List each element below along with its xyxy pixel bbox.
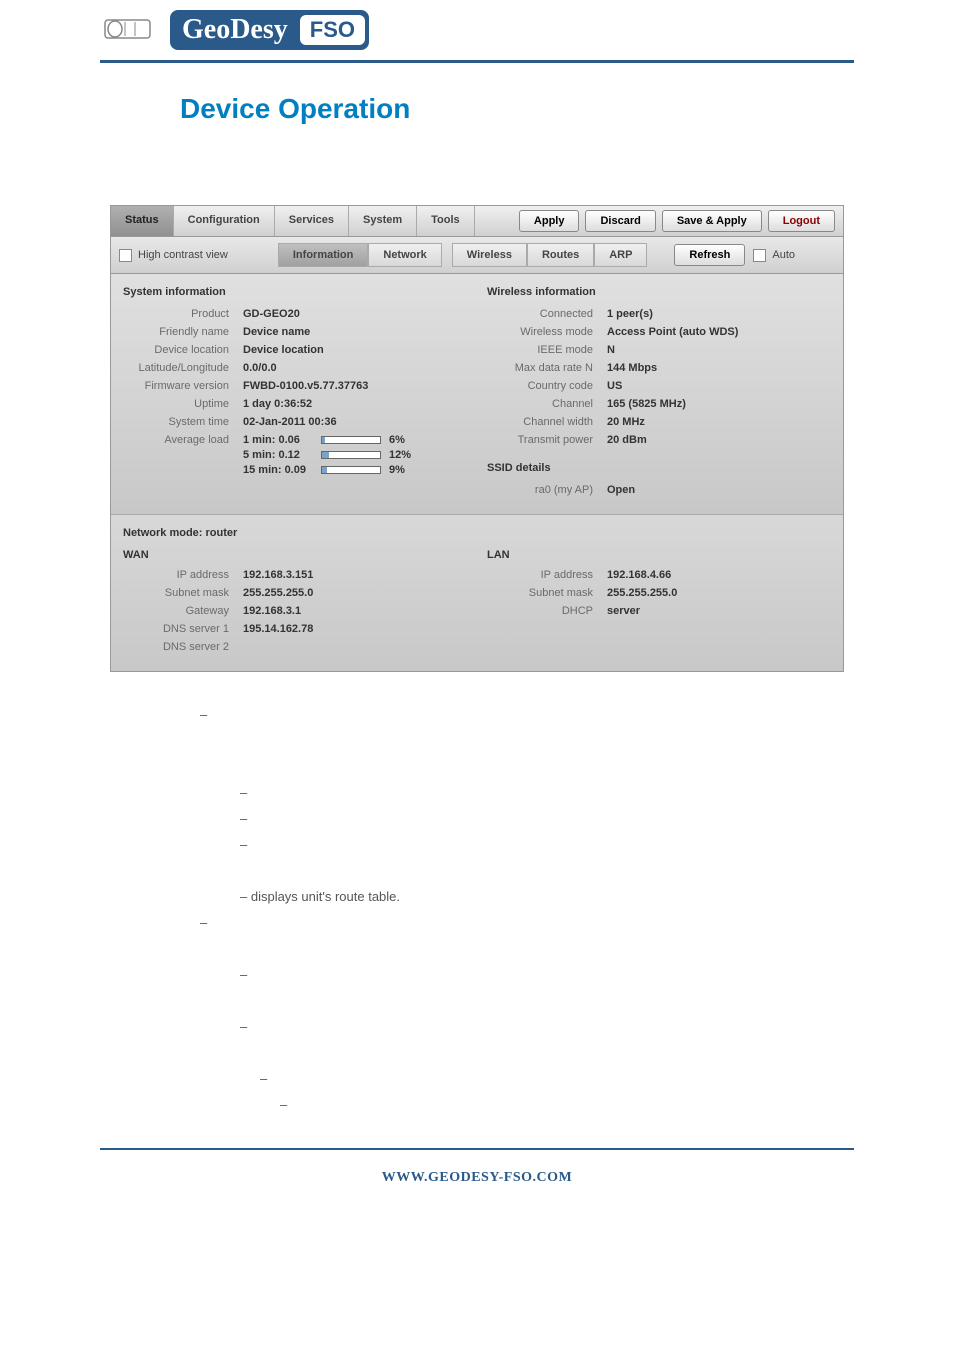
info-row: Gateway192.168.3.1 bbox=[123, 605, 467, 617]
info-row: Country codeUS bbox=[487, 380, 831, 392]
refresh-area: Refresh Auto bbox=[674, 244, 835, 266]
tab-configuration[interactable]: Configuration bbox=[174, 206, 275, 236]
load-row: 15 min: 0.09 9% bbox=[243, 464, 411, 476]
wan-column: WAN IP address192.168.3.151 Subnet mask2… bbox=[123, 549, 467, 659]
network-section: Network mode: router WAN IP address192.1… bbox=[111, 514, 843, 671]
info-row: Average load 1 min: 0.06 6% 5 min: 0.12 … bbox=[123, 434, 467, 479]
info-row: DNS server 1195.14.162.78 bbox=[123, 623, 467, 635]
system-info-title: System information bbox=[123, 286, 467, 298]
logout-button[interactable]: Logout bbox=[768, 210, 835, 232]
info-row: Channel width20 MHz bbox=[487, 416, 831, 428]
save-apply-button[interactable]: Save & Apply bbox=[662, 210, 762, 232]
info-row: IP address192.168.3.151 bbox=[123, 569, 467, 581]
lan-column: LAN IP address192.168.4.66 Subnet mask25… bbox=[487, 549, 831, 659]
main-tabs: Status Configuration Services System Too… bbox=[111, 206, 511, 236]
brand-name: GeoDesy bbox=[174, 14, 296, 46]
load-bars: 1 min: 0.06 6% 5 min: 0.12 12% 15 min: 0… bbox=[243, 434, 411, 479]
info-row: IEEE modeN bbox=[487, 344, 831, 356]
page-title: Device Operation bbox=[180, 93, 774, 125]
checkbox-icon[interactable] bbox=[119, 249, 132, 262]
subtab-routes[interactable]: Routes bbox=[527, 243, 594, 267]
tab-status[interactable]: Status bbox=[111, 206, 174, 236]
load-pct: 6% bbox=[389, 434, 405, 446]
tab-system[interactable]: System bbox=[349, 206, 417, 236]
info-row: Max data rate N144 Mbps bbox=[487, 362, 831, 374]
info-row: Uptime1 day 0:36:52 bbox=[123, 398, 467, 410]
logo-area: GeoDesy FSO bbox=[100, 10, 369, 50]
ssid-title: SSID details bbox=[487, 462, 831, 474]
load-bar bbox=[321, 466, 381, 474]
network-mode-label: Network mode: router bbox=[123, 527, 831, 539]
load-pct: 12% bbox=[389, 449, 411, 461]
sub-bar: High contrast view Information Network W… bbox=[111, 237, 843, 274]
info-row: Channel165 (5825 MHz) bbox=[487, 398, 831, 410]
info-row: Friendly nameDevice name bbox=[123, 326, 467, 338]
contrast-label: High contrast view bbox=[138, 249, 228, 261]
description-text: – – – – – displays unit's route table. –… bbox=[180, 702, 774, 1118]
apply-button[interactable]: Apply bbox=[519, 210, 580, 232]
top-buttons: Apply Discard Save & Apply Logout bbox=[511, 206, 843, 236]
info-row: IP address192.168.4.66 bbox=[487, 569, 831, 581]
device-icon bbox=[100, 10, 160, 50]
load-bar bbox=[321, 451, 381, 459]
load-row: 1 min: 0.06 6% bbox=[243, 434, 411, 446]
tab-services[interactable]: Services bbox=[275, 206, 349, 236]
sub-tabs-right: Wireless Routes ARP bbox=[452, 243, 648, 267]
refresh-button[interactable]: Refresh bbox=[674, 244, 745, 266]
brand-suffix: FSO bbox=[300, 15, 365, 45]
system-info-column: System information ProductGD-GEO20 Frien… bbox=[123, 286, 467, 502]
admin-panel: Status Configuration Services System Too… bbox=[110, 205, 844, 672]
info-row: Subnet mask255.255.255.0 bbox=[123, 587, 467, 599]
wireless-info-column: Wireless information Connected1 peer(s) … bbox=[487, 286, 831, 502]
info-row: Device locationDevice location bbox=[123, 344, 467, 356]
footer-url: WWW.GEODESY-FSO.COM bbox=[0, 1160, 954, 1216]
wan-title: WAN bbox=[123, 549, 467, 561]
load-pct: 9% bbox=[389, 464, 405, 476]
info-row: System time02-Jan-2011 00:36 bbox=[123, 416, 467, 428]
subtab-network[interactable]: Network bbox=[368, 243, 441, 267]
load-row: 5 min: 0.12 12% bbox=[243, 449, 411, 461]
high-contrast-toggle[interactable]: High contrast view bbox=[119, 249, 228, 262]
footer-divider bbox=[100, 1148, 854, 1150]
info-row: ProductGD-GEO20 bbox=[123, 308, 467, 320]
info-row: Latitude/Longitude0.0/0.0 bbox=[123, 362, 467, 374]
info-row: Subnet mask255.255.255.0 bbox=[487, 587, 831, 599]
info-row: ra0 (my AP)Open bbox=[487, 484, 831, 496]
checkbox-icon[interactable] bbox=[753, 249, 766, 262]
info-row: Connected1 peer(s) bbox=[487, 308, 831, 320]
auto-refresh-toggle[interactable]: Auto bbox=[753, 249, 795, 262]
discard-button[interactable]: Discard bbox=[585, 210, 655, 232]
tab-tools[interactable]: Tools bbox=[417, 206, 475, 236]
auto-label: Auto bbox=[772, 249, 795, 261]
wireless-info-title: Wireless information bbox=[487, 286, 831, 298]
subtab-wireless[interactable]: Wireless bbox=[452, 243, 527, 267]
info-row: Wireless modeAccess Point (auto WDS) bbox=[487, 326, 831, 338]
top-bar: Status Configuration Services System Too… bbox=[111, 206, 843, 237]
info-row: Firmware versionFWBD-0100.v5.77.37763 bbox=[123, 380, 467, 392]
subtab-information[interactable]: Information bbox=[278, 243, 369, 267]
header-divider bbox=[100, 60, 854, 63]
sub-tabs-left: Information Network bbox=[278, 243, 442, 267]
info-row: DNS server 2 bbox=[123, 641, 467, 653]
load-bar bbox=[321, 436, 381, 444]
info-row: Transmit power20 dBm bbox=[487, 434, 831, 446]
info-row: DHCPserver bbox=[487, 605, 831, 617]
lan-title: LAN bbox=[487, 549, 831, 561]
subtab-arp[interactable]: ARP bbox=[594, 243, 647, 267]
